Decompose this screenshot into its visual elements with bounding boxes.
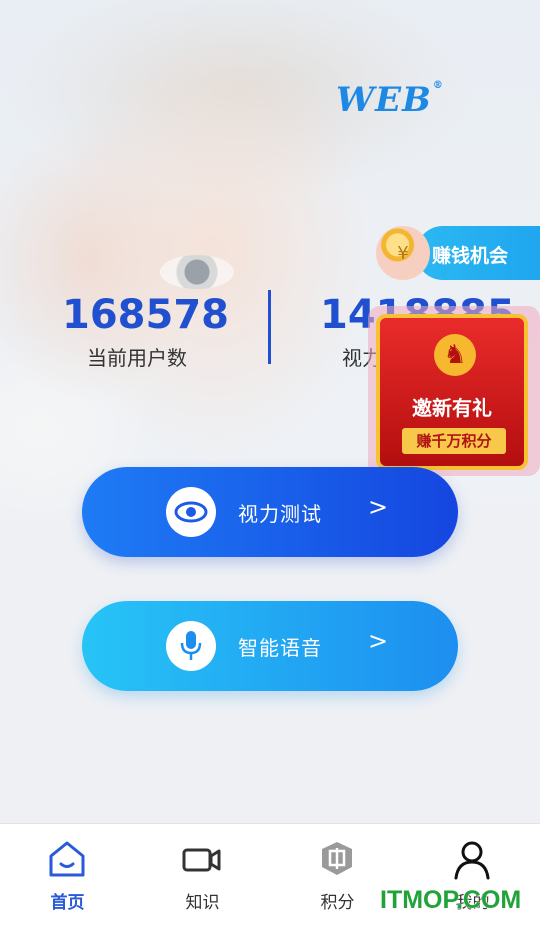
app-logo: WEB® [336,80,444,120]
smart-voice-button[interactable]: 智能语音 > [82,601,458,691]
microphone-icon [166,621,216,671]
earn-banner-label: 赚钱机会 [432,245,509,267]
stats-divider [268,290,271,364]
invite-popup[interactable]: ♞ 邀新有礼 赚千万积分 [368,306,540,476]
coin-hand-icon: ¥ [376,226,430,280]
earn-money-banner[interactable]: ¥ 赚钱机会 [376,226,540,282]
invite-title: 邀新有礼 [412,396,492,420]
smart-voice-label: 智能语音 [238,636,322,660]
site-watermark: ITMOP.COM [380,886,522,914]
invite-subtitle-button[interactable]: 赚千万积分 [402,428,506,454]
vision-test-label: 视力测试 [238,502,322,526]
chevron-right-icon: > [368,627,389,655]
video-icon [182,840,222,878]
current-users-value: 168578 [62,292,229,338]
vision-test-button[interactable]: 视力测试 > [82,467,458,557]
tab-knowledge[interactable]: 知识 [135,824,270,926]
chevron-right-icon: > [368,493,389,521]
hero-eye-illustration [160,255,234,289]
tab-home[interactable]: 首页 [0,824,135,926]
home-icon [47,840,87,878]
horse-icon: ♞ [434,334,476,376]
points-icon [317,840,357,878]
current-users-stat: 168578 当前用户数 [62,292,229,371]
eye-icon [166,487,216,537]
current-users-label: 当前用户数 [87,346,187,370]
user-icon [452,840,492,880]
invite-card[interactable]: ♞ 邀新有礼 赚千万积分 [376,314,528,470]
tab-knowledge-label: 知识 [185,893,220,913]
tab-home-label: 首页 [50,893,85,913]
